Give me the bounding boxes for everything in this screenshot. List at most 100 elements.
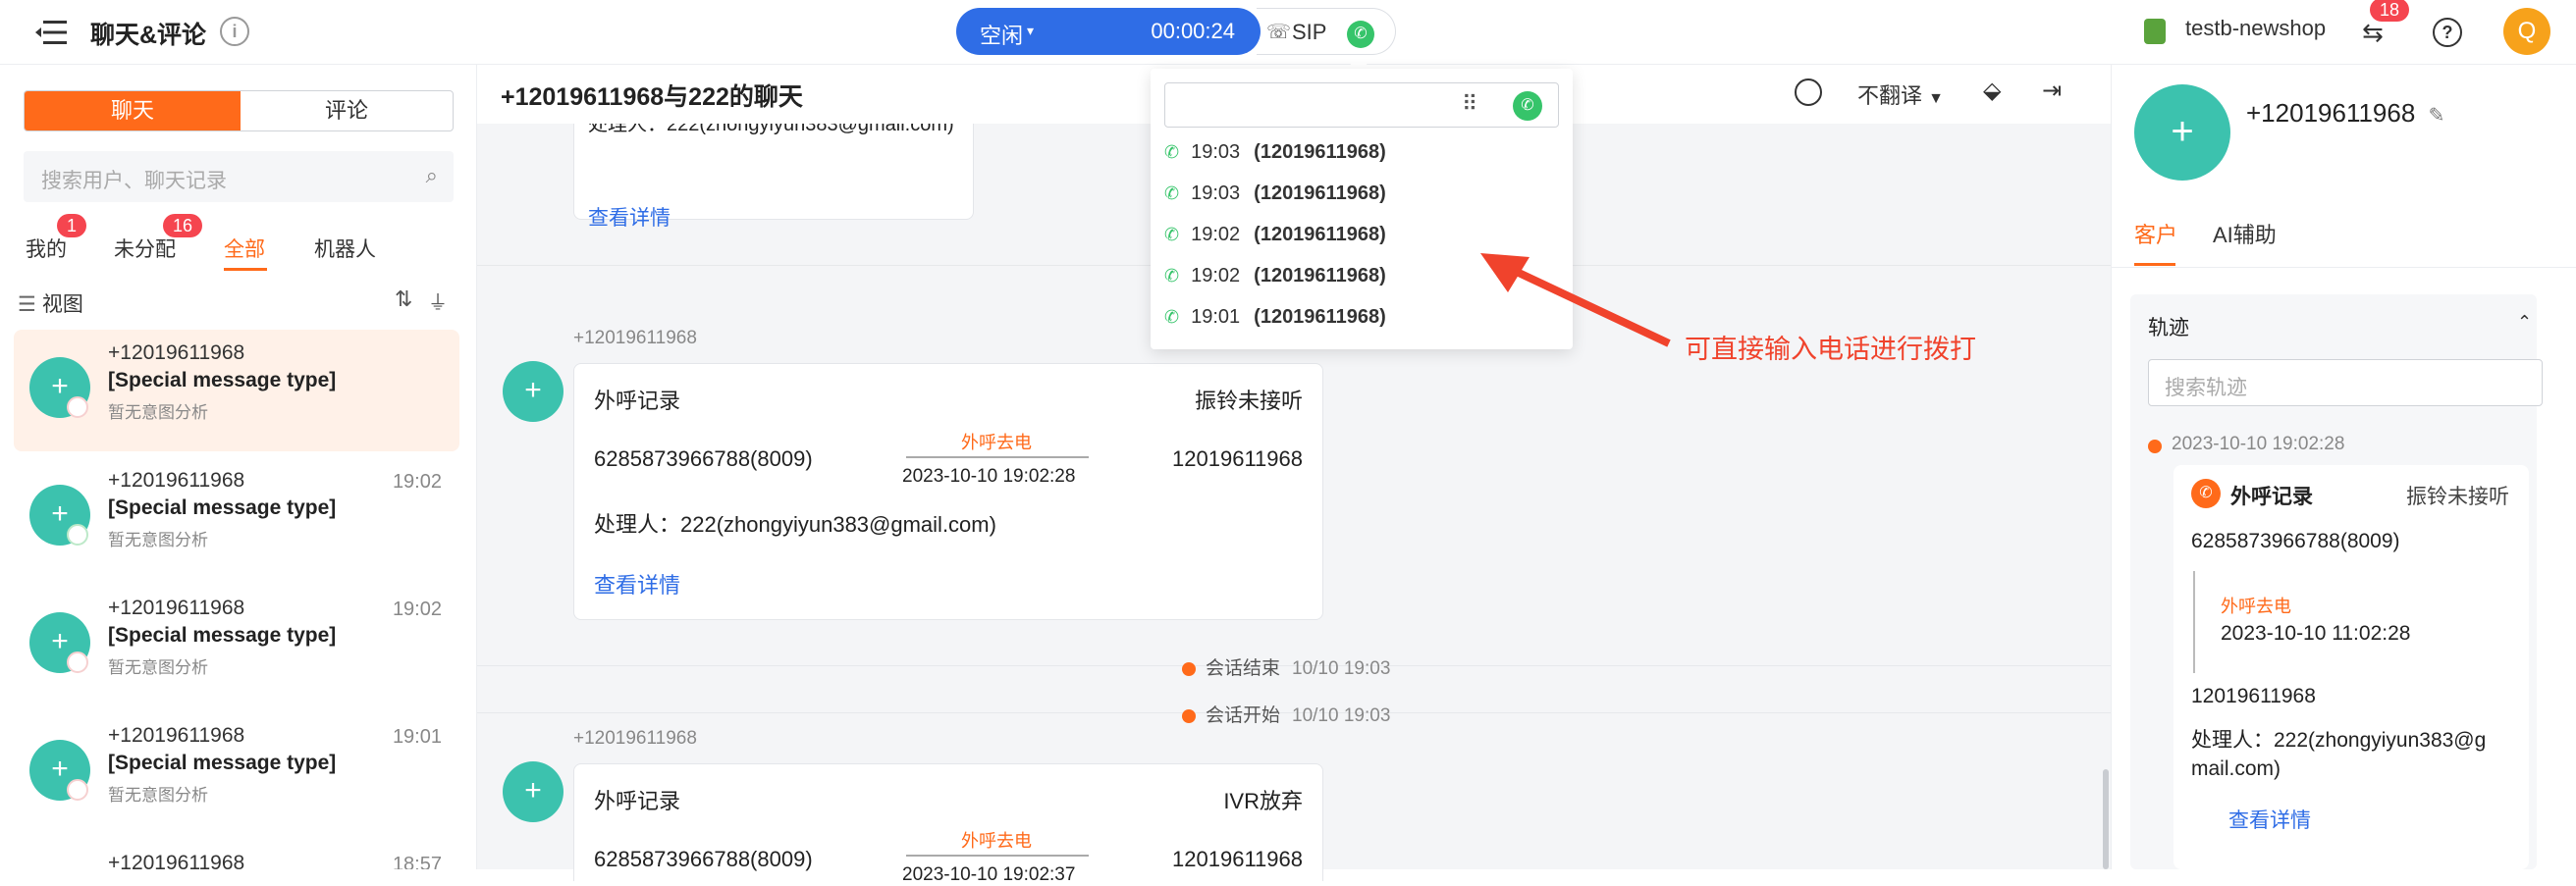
view-detail-link[interactable]: 查看详情 [594,568,680,599]
history-number: (12019611968) [1254,224,1386,245]
call-arrow [906,855,1089,857]
call-status: 振铃未接听 [1194,389,1303,413]
user-avatar[interactable]: Q [2503,8,2550,55]
call-icon[interactable]: ✆ [1347,21,1374,48]
sort-icon[interactable]: ⇅ [395,287,412,312]
scrollbar[interactable] [2103,769,2109,869]
info-icon[interactable]: i [220,17,249,46]
tab-all-underline [224,268,267,271]
collapse-icon[interactable]: ⌃ [2517,312,2532,333]
tab-chat[interactable]: 聊天 [25,91,241,130]
conversation-item[interactable]: + +12019611968 19:02 [Special message ty… [14,585,459,706]
call-status-icon [67,779,88,801]
agent-status-dropdown[interactable]: 空闲 ▾ 00:00:24 [956,8,1261,55]
conversation-intent: 暂无意图分析 [108,403,208,422]
keypad-icon[interactable]: ⠿ [1462,91,1477,117]
conversation-search-input[interactable]: 搜索用户、聊天记录 ⌕ [24,151,454,202]
menu-fold-icon[interactable] [35,20,67,45]
transfer-icon[interactable]: ⇆ [2362,18,2384,48]
system-event: 会话开始 10/10 19:03 [1182,701,1390,727]
event-dot [1182,661,1196,676]
conversation-phone: +12019611968 [108,469,245,492]
conversation-time: 18:57 [392,854,442,869]
conversation-time: 19:02 [392,471,442,493]
conversation-phone: +12019611968 [108,852,245,869]
event-label: 会话结束 [1206,658,1281,679]
shop-name[interactable]: testb-newshop [2185,16,2326,41]
translate-dropdown[interactable]: 不翻译 ▼ [1857,78,1944,110]
phone-icon: ✆ [1164,183,1180,203]
history-icon[interactable] [1795,78,1822,106]
call-history-item[interactable]: ✆ 19:02 (12019611968) [1164,265,1386,287]
card-title: 外呼记录 [594,789,681,813]
history-number: (12019611968) [1254,141,1386,163]
tab-mine[interactable]: 我的 [26,234,67,263]
history-number: (12019611968) [1254,182,1386,204]
phone-icon: ✆ [1164,266,1180,286]
outbound-call-icon: ✆ [2191,479,2221,508]
track-search-input[interactable]: 搜索轨迹 [2148,359,2543,406]
event-dot [1182,708,1196,723]
tab-unassigned[interactable]: 未分配 [114,234,176,263]
filter-icon[interactable]: ⏚ [428,287,448,315]
conversation-item[interactable]: +12019611968 18:57 [14,840,459,869]
dropdown-pointer [1347,55,1370,69]
history-number: (12019611968) [1254,306,1386,328]
conversation-message: [Special message type] [108,369,337,391]
help-icon[interactable]: ? [2433,18,2462,47]
view-selector[interactable]: ☰ 视图 [18,288,83,318]
tab-customer[interactable]: 客户 [2134,218,2177,249]
top-bar: 聊天&评论 i 空闲 ▾ 00:00:24 ☏ SIP ✆ testb-news… [0,0,2576,65]
phone-icon: ✆ [1164,225,1180,244]
track-title: 轨迹 [2148,317,2189,339]
phone-icon: ✆ [1164,142,1180,162]
call-arrow [2193,571,2195,673]
to-number: 12019611968 [1172,446,1303,471]
conversation-message: [Special message type] [108,624,337,647]
event-time: 10/10 19:03 [1292,705,1391,726]
conversation-message: [Special message type] [108,496,337,519]
call-history-item[interactable]: ✆ 19:01 (12019611968) [1164,306,1386,329]
search-placeholder: 搜索用户、聊天记录 [41,170,227,192]
conversation-list-pane: 聊天 评论 搜索用户、聊天记录 ⌕ 我的 1 未分配 16 全部 机器人 ☰ 视图… [0,65,477,869]
avatar: + [503,761,564,822]
call-history-item[interactable]: ✆ 19:03 (12019611968) [1164,182,1386,205]
view-detail-link[interactable]: 查看详情 [588,202,671,232]
to-number: 12019611968 [2191,685,2316,707]
edit-icon[interactable]: ✎ [2429,105,2445,127]
conversation-time: 19:01 [392,726,442,748]
call-status-icon [67,651,88,673]
tab-all[interactable]: 全部 [224,234,265,263]
dial-call-icon[interactable]: ✆ [1513,91,1542,121]
conversation-item[interactable]: + +12019611968 19:02 [Special message ty… [14,457,459,579]
customer-phone-text: +12019611968 [2246,98,2416,128]
event-time: 10/10 19:03 [1292,658,1391,679]
call-status-icon [67,524,88,546]
conversation-item[interactable]: + +12019611968 [Special message type] 暂无… [14,330,459,451]
tab-comment[interactable]: 评论 [241,91,453,130]
exit-icon[interactable]: ⇥ [2042,77,2062,105]
tag-icon[interactable]: ⬙ [1983,77,2001,105]
tab-bot[interactable]: 机器人 [314,234,376,263]
conversation-message: [Special message type] [108,752,337,774]
shopify-icon [2144,19,2166,44]
history-time: 19:02 [1191,224,1241,245]
dial-number-input[interactable]: ⠿ ✆ [1164,82,1559,128]
call-history-item[interactable]: ✆ 19:02 (12019611968) [1164,224,1386,246]
translate-label: 不翻译 [1857,83,1923,108]
annotation-arrow [1480,253,1671,347]
sip-button[interactable]: ☏ SIP ✆ [1257,8,1396,55]
call-history-item[interactable]: ✆ 19:03 (12019611968) [1164,141,1386,164]
tab-ai-assist[interactable]: AI辅助 [2213,218,2277,249]
handler-line-1: 处理人：222(zhongyiyun383@g [2191,729,2487,752]
call-arrow [906,456,1089,458]
sip-label: SIP [1292,20,1327,44]
call-direction: 外呼去电 [2221,597,2291,616]
annotation-text: 可直接输入电话进行拨打 [1685,335,1976,364]
conversation-intent: 暂无意图分析 [108,786,208,805]
track-time: 2023-10-10 19:02:28 [2172,434,2345,454]
phone-icon: ✆ [1164,307,1180,327]
view-detail-link[interactable]: 查看详情 [2228,805,2311,834]
card-title: 外呼记录 [594,389,681,413]
conversation-item[interactable]: + +12019611968 19:01 [Special message ty… [14,712,459,834]
